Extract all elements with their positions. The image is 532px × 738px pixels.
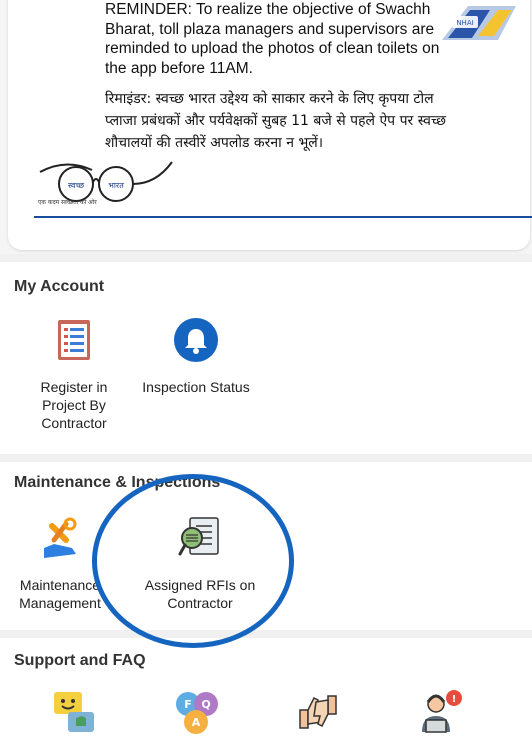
- tools-icon: [44, 517, 77, 558]
- tile-maintenance-management[interactable]: Maintenance Management: [4, 514, 116, 612]
- reminder-banner[interactable]: REMINDER: To realize the objective of Sw…: [8, 0, 532, 250]
- logo-word-swachh: स्वच्छ: [68, 181, 85, 190]
- tile-feedback[interactable]: [18, 688, 130, 736]
- section-title-maintenance: Maintenance & Inspections: [14, 474, 221, 491]
- section-title-support: Support and FAQ: [14, 652, 146, 669]
- svg-text:A: A: [192, 716, 201, 729]
- my-account-section: My Account Register in Project By Contra…: [0, 262, 532, 454]
- reminder-text-hindi: रिमाइंडर: स्वच्छ भारत उद्देश्य को साकार …: [105, 91, 446, 151]
- section-divider: [0, 630, 532, 638]
- feedback-chat-icon: [54, 692, 94, 732]
- helpdesk-icon: !: [422, 690, 462, 733]
- logo-word-bharat: भारत: [108, 181, 124, 190]
- tile-label: Assigned RFIs on Contractor: [144, 577, 256, 611]
- tile-label: Inspection Status: [142, 379, 250, 395]
- document-search-icon: [178, 517, 219, 556]
- tile-label: Register in Project By Contractor: [40, 379, 108, 431]
- tile-label: Maintenance Management: [19, 577, 101, 611]
- section-divider: [0, 254, 532, 262]
- tile-register-in-project[interactable]: Register in Project By Contractor: [18, 316, 130, 432]
- thumbs-rating-icon: [299, 695, 337, 729]
- tile-faq[interactable]: F Q A: [140, 688, 252, 736]
- reminder-text-english: REMINDER: To realize the objective of Sw…: [105, 1, 440, 77]
- maintenance-section: Maintenance & Inspections Maintenance Ma…: [0, 462, 532, 630]
- tile-helpdesk[interactable]: !: [384, 688, 496, 736]
- svg-text:Q: Q: [201, 698, 210, 711]
- svg-text:F: F: [184, 698, 192, 711]
- svg-text:NHAI: NHAI: [456, 19, 473, 27]
- section-title-my-account: My Account: [14, 278, 105, 295]
- svg-text:!: !: [452, 694, 457, 705]
- nhai-logo: NHAI: [442, 6, 516, 40]
- document-list-icon: [58, 320, 90, 360]
- tile-rating[interactable]: [262, 688, 374, 736]
- section-divider: [0, 454, 532, 462]
- faq-icon: F Q A: [176, 692, 218, 734]
- swachh-tagline: एक कदम स्वच्छता की ओर: [38, 199, 97, 206]
- support-section: Support and FAQ F Q A !: [0, 638, 532, 738]
- banner-divider: [34, 216, 532, 218]
- tile-assigned-rfis[interactable]: Assigned RFIs on Contractor: [144, 514, 256, 612]
- bell-icon: [174, 318, 218, 362]
- tile-inspection-status[interactable]: Inspection Status: [140, 316, 252, 396]
